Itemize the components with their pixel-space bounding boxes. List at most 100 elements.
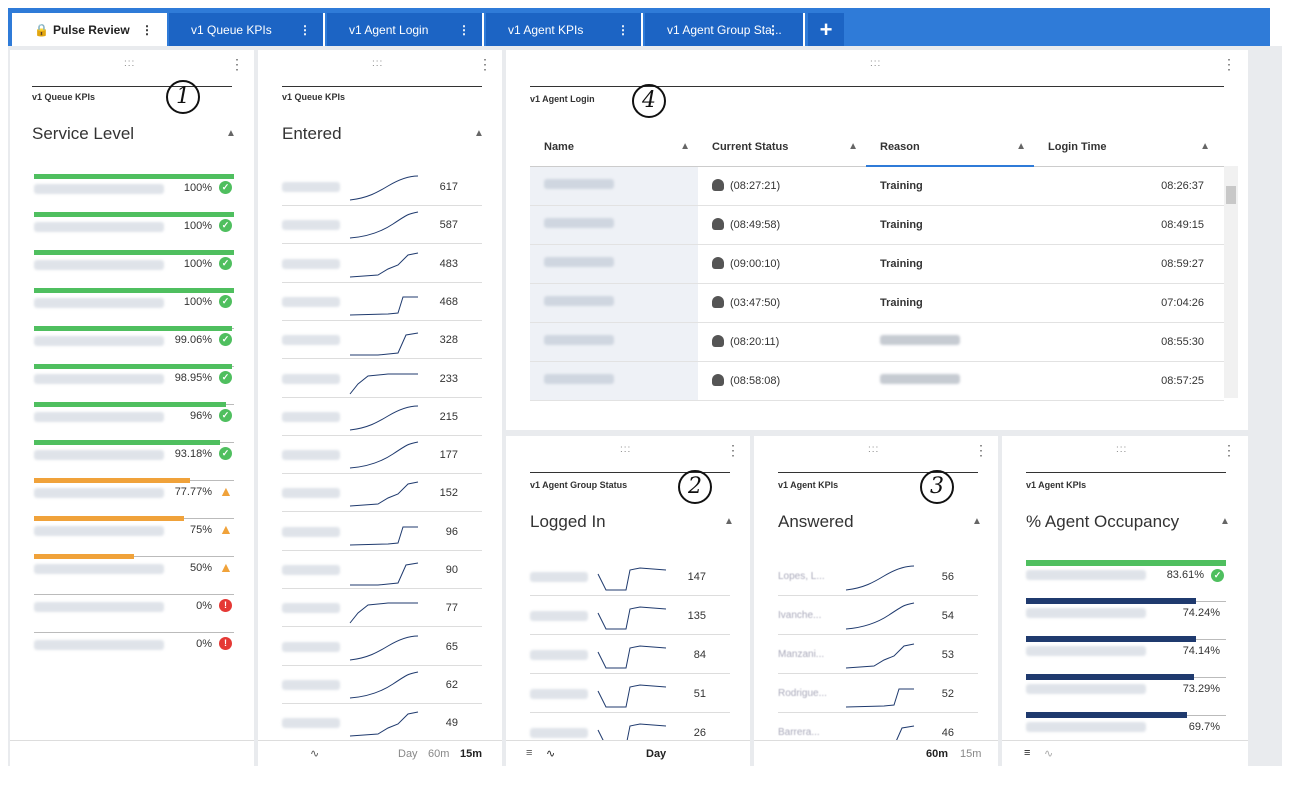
kpi-row[interactable]: 99.06% ✓ — [34, 326, 234, 358]
tab-queue-kpis[interactable]: v1 Queue KPIs ⋮ — [169, 13, 325, 46]
status-duration: (08:58:08) — [730, 375, 781, 387]
kpi-row[interactable]: 100% ✓ — [34, 212, 234, 244]
widget-menu-icon[interactable]: ⋮ — [230, 56, 244, 73]
widget-menu-icon[interactable]: ⋮ — [974, 442, 988, 459]
drag-handle-icon[interactable]: ::: — [124, 58, 135, 69]
tab-menu-icon[interactable]: ⋮ — [617, 23, 629, 37]
list-item[interactable]: Rodrigue... 52 — [778, 675, 978, 713]
drag-handle-icon[interactable]: ::: — [372, 58, 383, 69]
list-item[interactable]: 96 — [282, 513, 482, 551]
drag-handle-icon[interactable]: ::: — [870, 58, 881, 69]
list-item[interactable]: 147 — [530, 558, 730, 596]
range-15m[interactable]: 15m — [960, 748, 981, 760]
kpi-row[interactable]: 50% ▲ — [34, 554, 234, 586]
list-item[interactable]: Lopes, L... 56 — [778, 558, 978, 596]
tab-menu-icon[interactable]: ⋮ — [458, 23, 470, 37]
sort-icon[interactable]: ▲ — [724, 516, 734, 527]
sort-icon[interactable]: ▲ — [972, 516, 982, 527]
table-row[interactable]: (08:58:08) 08:57:25 — [530, 361, 1224, 401]
column-header-reason[interactable]: Reason ▲ — [866, 128, 1034, 167]
range-day[interactable]: Day — [398, 748, 418, 760]
list-item[interactable]: 90 — [282, 551, 482, 589]
tab-pulse-review[interactable]: 🔒 Pulse Review ⋮ — [12, 13, 167, 46]
queue-name-redacted — [282, 679, 340, 690]
list-item[interactable]: 77 — [282, 589, 482, 628]
drag-handle-icon[interactable]: ::: — [620, 444, 631, 455]
tab-menu-icon[interactable]: ⋮ — [767, 23, 779, 37]
kpi-row[interactable]: 96% ✓ — [34, 402, 234, 434]
sort-icon[interactable]: ▲ — [474, 128, 484, 139]
table-row[interactable]: (03:47:50) Training 07:04:26 — [530, 283, 1224, 323]
range-day[interactable]: Day — [646, 748, 666, 760]
table-scrollbar[interactable] — [1224, 166, 1238, 398]
list-item[interactable]: 49 — [282, 704, 482, 743]
kpi-row[interactable]: 0%! — [34, 594, 234, 624]
sort-icon[interactable]: ▲ — [1220, 516, 1230, 527]
tab-menu-icon[interactable]: ⋮ — [299, 23, 311, 37]
kpi-row[interactable]: 100% ✓ — [34, 174, 234, 206]
kpi-row[interactable]: 93.18% ✓ — [34, 440, 234, 472]
kpi-bar — [34, 402, 226, 407]
list-item[interactable]: 135 — [530, 597, 730, 635]
kpi-value: 100% — [183, 220, 212, 232]
column-header-status[interactable]: Current Status ▲ — [698, 128, 866, 167]
list-item[interactable]: 328 — [282, 321, 482, 360]
column-header-name[interactable]: Name ▲ — [530, 128, 698, 167]
queue-name-redacted — [34, 526, 164, 536]
drag-handle-icon[interactable]: ::: — [1116, 444, 1127, 455]
list-item[interactable]: 483 — [282, 245, 482, 283]
list-toggle-icon[interactable]: ≡ — [526, 747, 532, 759]
kpi-row[interactable]: 77.77% ▲ — [34, 478, 234, 510]
kpi-row[interactable]: 75% ▲ — [34, 516, 234, 548]
range-15m[interactable]: 15m — [460, 748, 482, 760]
list-item[interactable]: 177 — [282, 436, 482, 475]
list-item[interactable]: 468 — [282, 283, 482, 321]
kpi-row[interactable]: 98.95% ✓ — [34, 364, 234, 396]
kpi-row[interactable]: 74.14% — [1026, 636, 1226, 676]
tab-agent-login[interactable]: v1 Agent Login ⋮ — [327, 13, 484, 46]
list-item[interactable]: 587 — [282, 206, 482, 245]
list-item[interactable]: 62 — [282, 666, 482, 704]
list-toggle-icon[interactable]: ≡ — [1024, 747, 1030, 759]
kpi-row[interactable]: 0%! — [34, 632, 234, 662]
kpi-row[interactable]: 74.24% — [1026, 598, 1226, 638]
list-item[interactable]: 51 — [530, 675, 730, 713]
list-item[interactable]: 152 — [282, 474, 482, 513]
list-item[interactable]: 215 — [282, 398, 482, 436]
kpi-row[interactable]: 73.29% — [1026, 674, 1226, 714]
table-row[interactable]: (09:00:10) Training 08:59:27 — [530, 244, 1224, 284]
widget-menu-icon[interactable]: ⋮ — [726, 442, 740, 459]
occupancy-bar — [1026, 674, 1194, 680]
widget-menu-icon[interactable]: ⋮ — [478, 56, 492, 73]
sort-icon[interactable]: ▲ — [226, 128, 236, 139]
kpi-row[interactable]: 100% ✓ — [34, 288, 234, 320]
group-name-redacted — [530, 572, 588, 582]
sparkline-toggle-icon[interactable]: ∿ — [310, 747, 319, 760]
list-item[interactable]: Manzani... 53 — [778, 636, 978, 674]
list-item[interactable]: 233 — [282, 360, 482, 398]
drag-handle-icon[interactable]: ::: — [868, 444, 879, 455]
widget-logged-in: ::: ⋮ v1 Agent Group Status 2 Logged In … — [506, 436, 750, 766]
kpi-row[interactable]: 100% ✓ — [34, 250, 234, 282]
range-60m[interactable]: 60m — [428, 748, 449, 760]
table-row[interactable]: (08:27:21) Training 08:26:37 — [530, 166, 1224, 206]
tab-agent-group-status[interactable]: v1 Agent Group Sta... ⋮ — [645, 13, 805, 46]
list-item[interactable]: 65 — [282, 628, 482, 666]
tab-menu-icon[interactable]: ⋮ — [141, 23, 153, 37]
widget-menu-icon[interactable]: ⋮ — [1222, 442, 1236, 459]
add-tab-button[interactable]: + — [808, 13, 844, 46]
list-item[interactable]: 617 — [282, 168, 482, 206]
table-row[interactable]: (08:20:11) 08:55:30 — [530, 322, 1224, 362]
tab-agent-kpis[interactable]: v1 Agent KPIs ⋮ — [486, 13, 643, 46]
sparkline-toggle-icon[interactable]: ∿ — [1044, 747, 1053, 760]
column-header-login-time[interactable]: Login Time ▲ — [1034, 128, 1224, 167]
range-60m[interactable]: 60m — [926, 748, 948, 760]
list-item[interactable]: 84 — [530, 636, 730, 674]
check-icon: ✓ — [219, 257, 232, 270]
table-row[interactable]: (08:49:58) Training 08:49:15 — [530, 205, 1224, 245]
list-item[interactable]: Ivanche... 54 — [778, 597, 978, 635]
widget-menu-icon[interactable]: ⋮ — [1222, 56, 1236, 73]
scrollbar-thumb[interactable] — [1226, 186, 1236, 204]
kpi-row[interactable]: 83.61% ✓ — [1026, 560, 1226, 600]
sparkline-toggle-icon[interactable]: ∿ — [546, 747, 555, 760]
